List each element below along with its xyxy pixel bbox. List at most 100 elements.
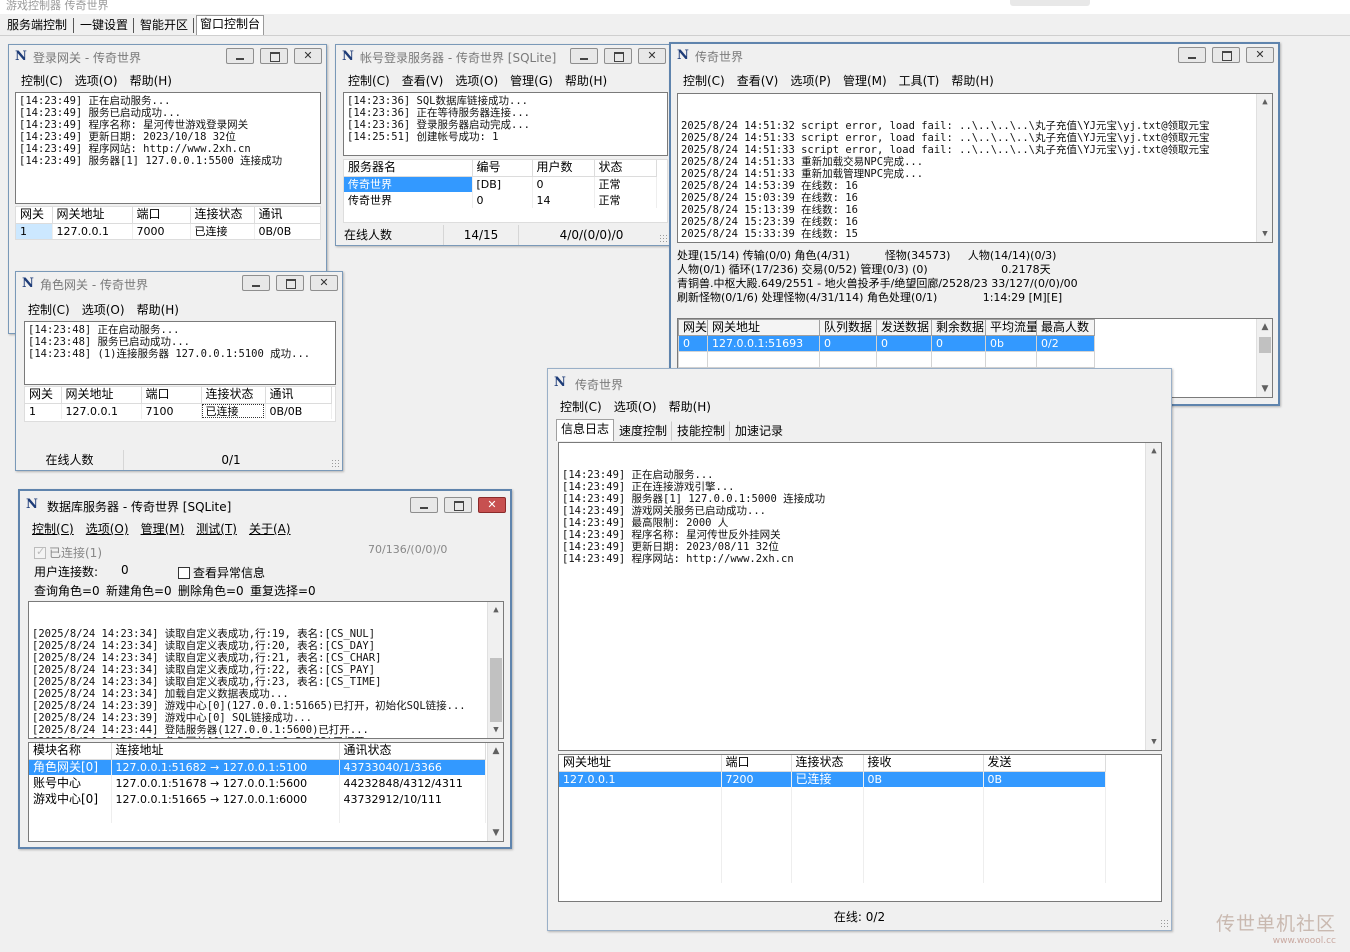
gate-list[interactable]: 网关 网关地址 端口 连接状态 通讯 1 127.0.0.1 7000 已连接 0B/0B: [15, 206, 321, 240]
column-header[interactable]: 网关地址: [707, 319, 820, 336]
resize-grip[interactable]: [331, 459, 339, 467]
menu-control[interactable]: 控制(C): [22, 300, 76, 320]
log-output[interactable]: [14:23:49] 正在启动服务... [14:23:49] 服务已启动成功.…: [15, 92, 321, 204]
menu-control[interactable]: 控制(C): [554, 397, 608, 417]
table-row[interactable]: [559, 787, 1106, 803]
menu-manage[interactable]: 管理(M): [135, 519, 191, 539]
check-exception-checkbox[interactable]: 查看异常信息: [178, 564, 265, 581]
column-header[interactable]: 通讯状态: [339, 743, 486, 760]
column-header[interactable]: 端口: [141, 387, 202, 404]
menu-control[interactable]: 控制(C): [26, 519, 80, 539]
gate-connection-list[interactable]: 网关地址 端口 连接状态 接收 发送 127.0.0.1 7200 已连接 0B 0B: [558, 754, 1162, 902]
menu-manage[interactable]: 管理(G): [504, 71, 559, 91]
tab-skill-control[interactable]: 技能控制: [672, 421, 731, 441]
server-list[interactable]: 服务器名 编号 用户数 状态 传奇世界 [DB] 0 正常 传奇世界 0 14 正常: [343, 159, 668, 223]
title-bar[interactable]: N 登录网关 - 传奇世界: [9, 45, 326, 69]
menu-view[interactable]: 查看(V): [731, 71, 785, 91]
scroll-up-icon[interactable]: ▲: [488, 743, 503, 759]
menu-options[interactable]: 选项(O): [608, 397, 663, 417]
column-header[interactable]: 连接地址: [111, 743, 340, 760]
column-header[interactable]: 端口: [721, 755, 792, 772]
column-header[interactable]: 连接状态: [201, 387, 266, 404]
table-row[interactable]: 传奇世界 [DB] 0 正常: [344, 176, 657, 192]
menu-control[interactable]: 控制(C): [15, 71, 69, 91]
log-scrollbar[interactable]: ▲ ▼: [487, 602, 503, 738]
minimize-button[interactable]: [242, 275, 270, 291]
log-output[interactable]: [14:23:49] 正在启动服务... [14:23:49] 正在连接游戏引擎…: [558, 442, 1162, 751]
scroll-down-icon[interactable]: ▼: [488, 722, 503, 738]
menu-help[interactable]: 帮助(H): [559, 71, 613, 91]
scroll-down-icon[interactable]: ▼: [488, 825, 503, 841]
table-row[interactable]: 传奇世界 0 14 正常: [344, 192, 657, 208]
module-list[interactable]: 模块名称 连接地址 通讯状态 角色网关[0] 127.0.0.1:51682 → 12…: [28, 742, 504, 842]
minimize-button[interactable]: [410, 497, 438, 513]
table-row[interactable]: 游戏中心[0] 127.0.0.1:51665 → 127.0.0.1:6000 4…: [29, 791, 486, 807]
table-row[interactable]: 0 127.0.0.1:51693 0 0 0 0b 0/2: [678, 335, 1095, 352]
scroll-up-icon[interactable]: ▲: [488, 602, 503, 618]
title-bar[interactable]: N 传奇世界: [671, 44, 1278, 68]
menu-control[interactable]: 控制(C): [342, 71, 396, 91]
menu-help[interactable]: 帮助(H): [663, 397, 717, 417]
column-header[interactable]: 用户数: [532, 160, 595, 177]
column-header[interactable]: 网关地址: [61, 387, 142, 404]
table-row[interactable]: 角色网关[0] 127.0.0.1:51682 → 127.0.0.1:5100 4…: [29, 759, 486, 775]
tab-smart-open[interactable]: 智能开区: [137, 17, 191, 35]
log-scrollbar[interactable]: ▲ ▼: [1145, 443, 1161, 750]
column-header[interactable]: 网关: [678, 319, 708, 336]
menu-test[interactable]: 测试(T): [190, 519, 243, 539]
close-button[interactable]: [478, 497, 506, 513]
log-output[interactable]: 2025/8/24 14:51:32 script error, load fa…: [677, 93, 1273, 243]
scroll-down-icon[interactable]: ▼: [1257, 226, 1272, 242]
tab-one-click-setup[interactable]: 一键设置: [77, 17, 131, 35]
menu-help[interactable]: 帮助(H): [131, 300, 185, 320]
table-row[interactable]: 1 127.0.0.1 7100 已连接 0B/0B: [25, 403, 332, 419]
column-header[interactable]: 网关地址: [559, 755, 722, 772]
tab-server-control[interactable]: 服务端控制: [4, 17, 70, 35]
resize-grip[interactable]: [1160, 919, 1168, 927]
table-row[interactable]: 账号中心 127.0.0.1:51678 → 127.0.0.1:5600 4423…: [29, 775, 486, 791]
minimize-button[interactable]: [226, 48, 254, 64]
column-header[interactable]: 状态: [594, 160, 657, 177]
column-header[interactable]: 网关: [16, 207, 53, 224]
menu-control[interactable]: 控制(C): [677, 71, 731, 91]
scroll-up-icon[interactable]: ▲: [1146, 443, 1161, 459]
column-header[interactable]: 队列数据: [819, 319, 877, 336]
log-output[interactable]: [14:23:48] 正在启动服务... [14:23:48] 服务已启动成功.…: [24, 321, 336, 385]
host-title-button[interactable]: [1010, 0, 1090, 6]
connected-checkbox[interactable]: 已连接(1): [34, 544, 102, 561]
menu-view[interactable]: 查看(V): [396, 71, 450, 91]
menu-tools[interactable]: 工具(T): [893, 71, 946, 91]
column-header[interactable]: 连接状态: [190, 207, 255, 224]
column-header[interactable]: 网关: [25, 387, 62, 404]
close-button[interactable]: [294, 48, 322, 64]
scroll-down-icon[interactable]: ▼: [1257, 381, 1272, 397]
close-button[interactable]: [1246, 47, 1274, 63]
column-header[interactable]: 通讯: [254, 207, 320, 224]
menu-help[interactable]: 帮助(H): [124, 71, 178, 91]
close-button[interactable]: [638, 48, 666, 64]
menu-help[interactable]: 帮助(H): [945, 71, 999, 91]
tab-info-log[interactable]: 信息日志: [556, 419, 615, 441]
menu-manage[interactable]: 管理(M): [837, 71, 893, 91]
tab-window-console[interactable]: 窗口控制台: [196, 15, 265, 35]
column-header[interactable]: 模块名称: [29, 743, 112, 760]
title-bar[interactable]: N 角色网关 - 传奇世界: [16, 272, 342, 296]
menu-options[interactable]: 选项(O): [80, 519, 135, 539]
title-bar[interactable]: N 传奇世界: [548, 369, 1171, 393]
column-header[interactable]: 剩余数据: [931, 319, 986, 336]
menu-options[interactable]: 选项(O): [69, 71, 124, 91]
table-row[interactable]: 1 127.0.0.1 7000 已连接 0B/0B: [16, 223, 320, 239]
tab-speed-control[interactable]: 速度控制: [614, 421, 673, 441]
column-header[interactable]: 连接状态: [791, 755, 864, 772]
scroll-up-icon[interactable]: ▲: [1257, 94, 1272, 110]
maximize-button[interactable]: [276, 275, 304, 291]
log-output[interactable]: [14:23:36] SQL数据库链接成功... [14:23:36] 正在等待…: [343, 92, 668, 156]
maximize-button[interactable]: [1212, 47, 1240, 63]
scroll-thumb[interactable]: [490, 658, 502, 722]
table-row[interactable]: [559, 835, 1106, 851]
maximize-button[interactable]: [604, 48, 632, 64]
table-row[interactable]: [559, 851, 1106, 867]
column-header[interactable]: 编号: [472, 160, 533, 177]
maximize-button[interactable]: [260, 48, 288, 64]
menu-options[interactable]: 选项(O): [76, 300, 131, 320]
